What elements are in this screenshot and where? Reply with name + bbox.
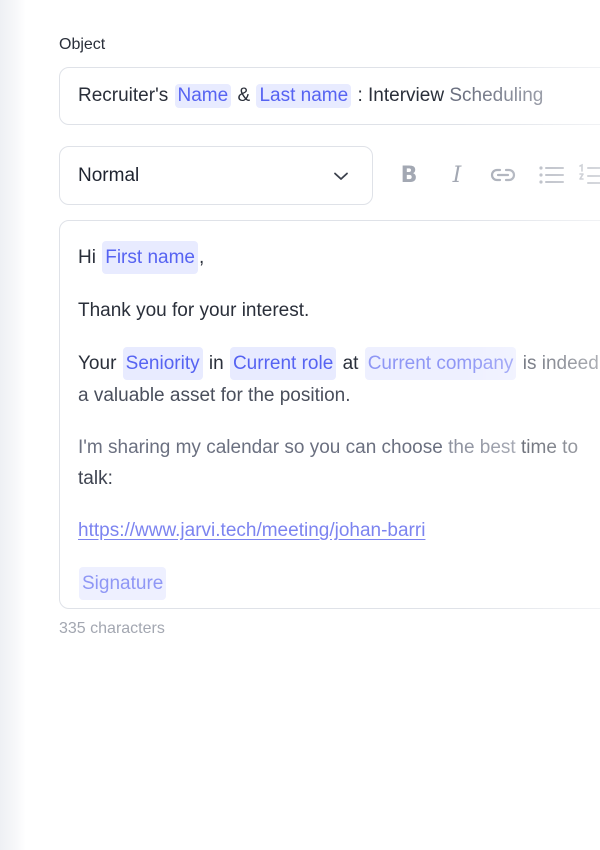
greeting-comma: ,	[198, 247, 205, 268]
calendar-text-1: I'm sharing my calendar so you can choos…	[78, 437, 443, 458]
bold-icon: B	[400, 162, 418, 188]
subject-text-amp: &	[237, 85, 251, 106]
character-count: 335 characters	[59, 620, 165, 637]
text-style-select[interactable]: Normal	[59, 146, 373, 205]
greeting-text: Hi	[78, 247, 96, 268]
link-icon	[490, 168, 516, 182]
asset-text-3: at	[342, 353, 359, 374]
thanks-line: Thank you for your interest.	[78, 300, 310, 321]
link-paragraph: https://www.jarvi.tech/meeting/johan-bar…	[78, 515, 600, 546]
asset-text-2: in	[208, 353, 224, 374]
subject-text-suffix-faded: Scheduling	[449, 85, 544, 106]
variable-chip-name[interactable]: Name	[174, 84, 232, 108]
italic-icon: I	[452, 162, 462, 188]
message-body-editor[interactable]: Hi First name, Thank you for your intere…	[59, 220, 600, 609]
greeting-line: Hi First name,	[78, 241, 600, 274]
numbered-list-icon	[579, 163, 600, 184]
link-button[interactable]	[486, 158, 520, 192]
italic-button[interactable]: I	[440, 158, 474, 192]
asset-text-1: Your	[78, 353, 117, 374]
variable-chip-first-name[interactable]: First name	[102, 241, 198, 274]
variable-chip-current-role[interactable]: Current role	[229, 347, 337, 380]
numbered-list-button[interactable]	[578, 158, 600, 192]
variable-chip-last-name[interactable]: Last name	[256, 84, 352, 108]
bold-button[interactable]: B	[392, 158, 426, 192]
text-style-value: Normal	[78, 164, 140, 186]
variable-chip-seniority[interactable]: Seniority	[122, 347, 203, 380]
left-panel-edge	[0, 0, 26, 850]
bullet-list-button[interactable]	[534, 158, 568, 192]
meeting-link[interactable]: https://www.jarvi.tech/meeting/johan-bar…	[78, 520, 425, 541]
asset-paragraph: Your Seniority in Current role at Curren…	[78, 347, 600, 411]
subject-text-suffix: : Interview	[357, 85, 445, 106]
object-subject-input[interactable]: Recruiter's Name & Last name : Interview…	[59, 67, 600, 125]
variable-chip-current-company[interactable]: Current company	[364, 347, 517, 380]
bullet-list-icon	[539, 166, 564, 184]
chevron-down-icon	[334, 172, 348, 180]
calendar-text-2: the best	[448, 437, 516, 458]
object-label: Object	[59, 36, 106, 53]
variable-chip-signature[interactable]: Signature	[79, 567, 167, 600]
calendar-paragraph: I'm sharing my calendar so you can choos…	[78, 432, 600, 494]
signature-paragraph: Signature	[78, 567, 600, 600]
subject-text-prefix: Recruiter's	[78, 85, 169, 106]
